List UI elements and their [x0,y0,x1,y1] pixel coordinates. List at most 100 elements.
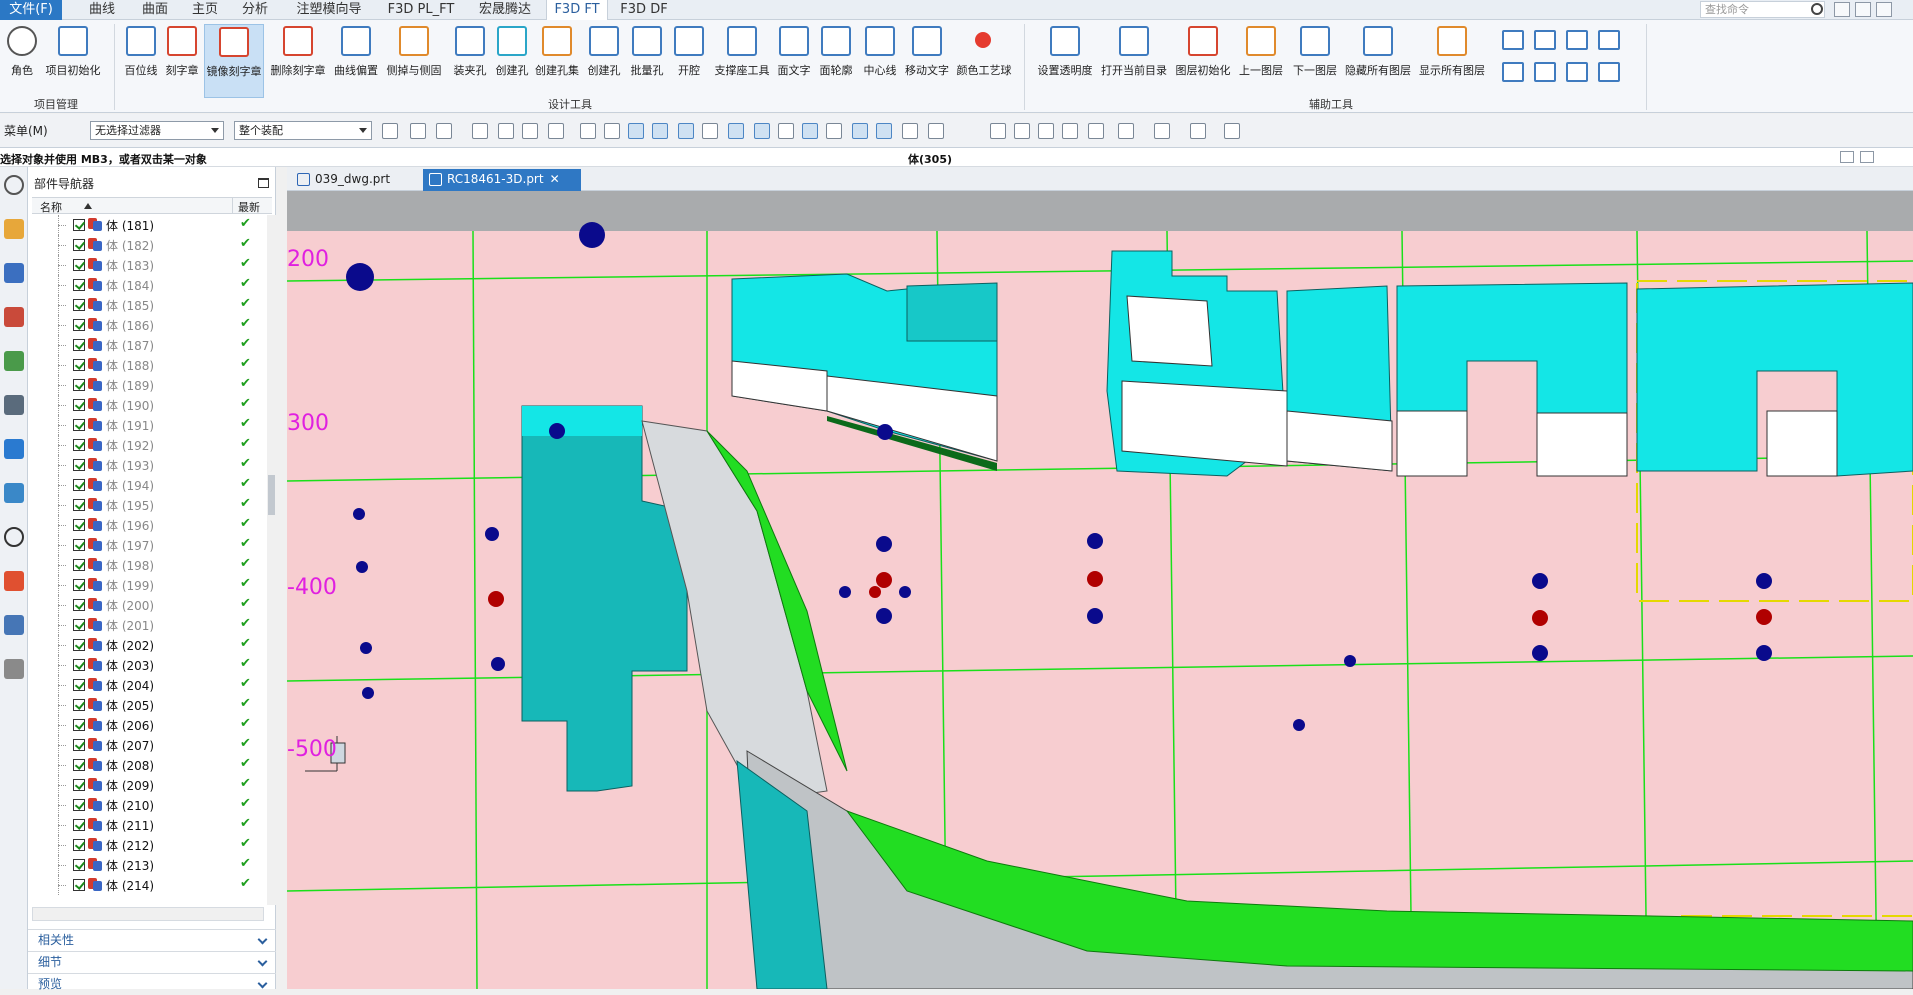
table-row[interactable]: 体 (190) ✔ [32,395,264,415]
table-row[interactable]: 体 (206) ✔ [32,715,264,735]
visibility-checkbox[interactable] [73,699,85,711]
table-row[interactable]: 体 (213) ✔ [32,855,264,875]
visibility-checkbox[interactable] [73,279,85,291]
visibility-checkbox[interactable] [73,779,85,791]
selection-filter-select[interactable]: 无选择过滤器 [90,121,224,140]
tab-surface[interactable]: 曲面 [130,0,180,20]
snap-icon-1[interactable] [382,123,398,139]
model-view[interactable] [287,191,1913,989]
close-icon[interactable]: ✕ [550,172,560,186]
snap-existing-icon[interactable] [852,123,868,139]
visibility-checkbox[interactable] [73,499,85,511]
table-row[interactable]: 体 (202) ✔ [32,635,264,655]
table-row[interactable]: 体 (185) ✔ [32,295,264,315]
tab-mold-wizard[interactable]: 注塑模向导 [284,0,374,20]
visibility-checkbox[interactable] [73,379,85,391]
table-row[interactable]: 体 (198) ✔ [32,555,264,575]
visibility-checkbox[interactable] [73,479,85,491]
table-row[interactable]: 体 (209) ✔ [32,775,264,795]
history-icon[interactable] [4,483,24,503]
hundred-line-button[interactable]: 百位线 [122,24,160,98]
window-minimize-icon[interactable] [1876,2,1892,17]
preview-section[interactable]: 预览 [28,973,276,991]
engrave-stamp-button[interactable]: 刻字章 [162,24,202,98]
project-init-button[interactable]: 项目初始化 [44,24,102,98]
maximize-icon[interactable] [258,178,269,188]
layer-tool-icon-8[interactable] [1598,62,1620,82]
snap-polar-icon[interactable] [902,123,918,139]
create-hole-button[interactable]: 创建孔 [492,24,532,98]
support-tool-button[interactable]: 支撑座工具 [712,24,772,98]
color-ball-button[interactable]: 颜色工艺球 [954,24,1014,98]
visibility-checkbox[interactable] [73,439,85,451]
tab-analysis[interactable]: 分析 [230,0,280,20]
snap-icon-5[interactable] [498,123,514,139]
table-row[interactable]: 体 (195) ✔ [32,495,264,515]
tab-f3d-ft[interactable]: F3D FT [546,0,608,21]
snap-quadrant-icon[interactable] [826,123,842,139]
snap-grid-icon[interactable] [928,123,944,139]
snap-icon-4[interactable] [472,123,488,139]
tab-f3d-df[interactable]: F3D DF [612,0,676,20]
select-face-icon[interactable] [580,123,596,139]
tab-hongsheng[interactable]: 宏晟腾达 [468,0,542,20]
visibility-checkbox[interactable] [73,339,85,351]
move-text-button[interactable]: 移动文字 [902,24,952,98]
tab-f3d-pl-ft[interactable]: F3D PL_FT [378,0,464,20]
hd3d-icon[interactable] [4,395,24,415]
table-row[interactable]: 体 (199) ✔ [32,575,264,595]
view-fit-icon[interactable] [990,123,1006,139]
vertical-scrollbar[interactable] [267,215,276,905]
table-row[interactable]: 体 (210) ✔ [32,795,264,815]
graphics-window[interactable]: 200 300 -400 -500 [287,191,1913,989]
reuse-library-icon[interactable] [4,351,24,371]
part-navigator-icon[interactable] [4,307,24,327]
side-fix-button[interactable]: 侧掉与侧固 [384,24,444,98]
visibility-checkbox[interactable] [73,459,85,471]
table-row[interactable]: 体 (204) ✔ [32,675,264,695]
layer-tool-icon-6[interactable] [1534,62,1556,82]
layer-tool-icon-4[interactable] [1598,30,1620,50]
tools-icon[interactable] [4,659,24,679]
table-row[interactable]: 体 (187) ✔ [32,335,264,355]
select-box-icon[interactable] [548,123,564,139]
table-row[interactable]: 体 (186) ✔ [32,315,264,335]
snap-icon-3[interactable] [436,123,452,139]
gear-icon[interactable] [4,175,24,195]
table-row[interactable]: 体 (196) ✔ [32,515,264,535]
visibility-checkbox[interactable] [73,619,85,631]
file-menu[interactable]: 文件(F) [0,0,62,20]
create-hole-2-button[interactable]: 创建孔 [584,24,624,98]
role-icon-side[interactable] [4,615,24,635]
snap-curve-icon[interactable] [702,123,718,139]
snap-icon-6[interactable] [522,123,538,139]
assembly-scope-select[interactable]: 整个装配 [234,121,372,140]
tab-rc18461[interactable]: RC18461-3D.prt ✕ [423,169,581,191]
view-perspective-icon[interactable] [1088,123,1104,139]
center-line-button[interactable]: 中心线 [860,24,900,98]
status-icon-2[interactable] [1860,151,1874,163]
work-layer-icon[interactable] [1224,123,1240,139]
table-row[interactable]: 体 (200) ✔ [32,595,264,615]
mirror-stamp-button[interactable]: 镜像刻字章 [204,24,264,98]
clock-icon[interactable] [4,527,24,547]
window-restore-icon[interactable] [1834,2,1850,17]
visibility-checkbox[interactable] [73,359,85,371]
visibility-checkbox[interactable] [73,659,85,671]
table-row[interactable]: 体 (181) ✔ [32,215,264,235]
snap-center-icon[interactable] [802,123,818,139]
visibility-checkbox[interactable] [73,519,85,531]
layer-tool-icon-7[interactable] [1566,62,1588,82]
ribbon-collapse-icon[interactable] [1855,2,1871,17]
select-body-icon[interactable] [604,123,620,139]
table-row[interactable]: 体 (193) ✔ [32,455,264,475]
snap-intersect-icon[interactable] [728,123,744,139]
create-hole-set-button[interactable]: 创建孔集 [534,24,580,98]
tab-039-dwg[interactable]: 039_dwg.prt [291,169,413,191]
layer-tool-icon-1[interactable] [1502,30,1524,50]
visibility-checkbox[interactable] [73,539,85,551]
curve-offset-button[interactable]: 曲线偏置 [330,24,382,98]
visibility-checkbox[interactable] [73,299,85,311]
visibility-checkbox[interactable] [73,419,85,431]
table-row[interactable]: 体 (212) ✔ [32,835,264,855]
